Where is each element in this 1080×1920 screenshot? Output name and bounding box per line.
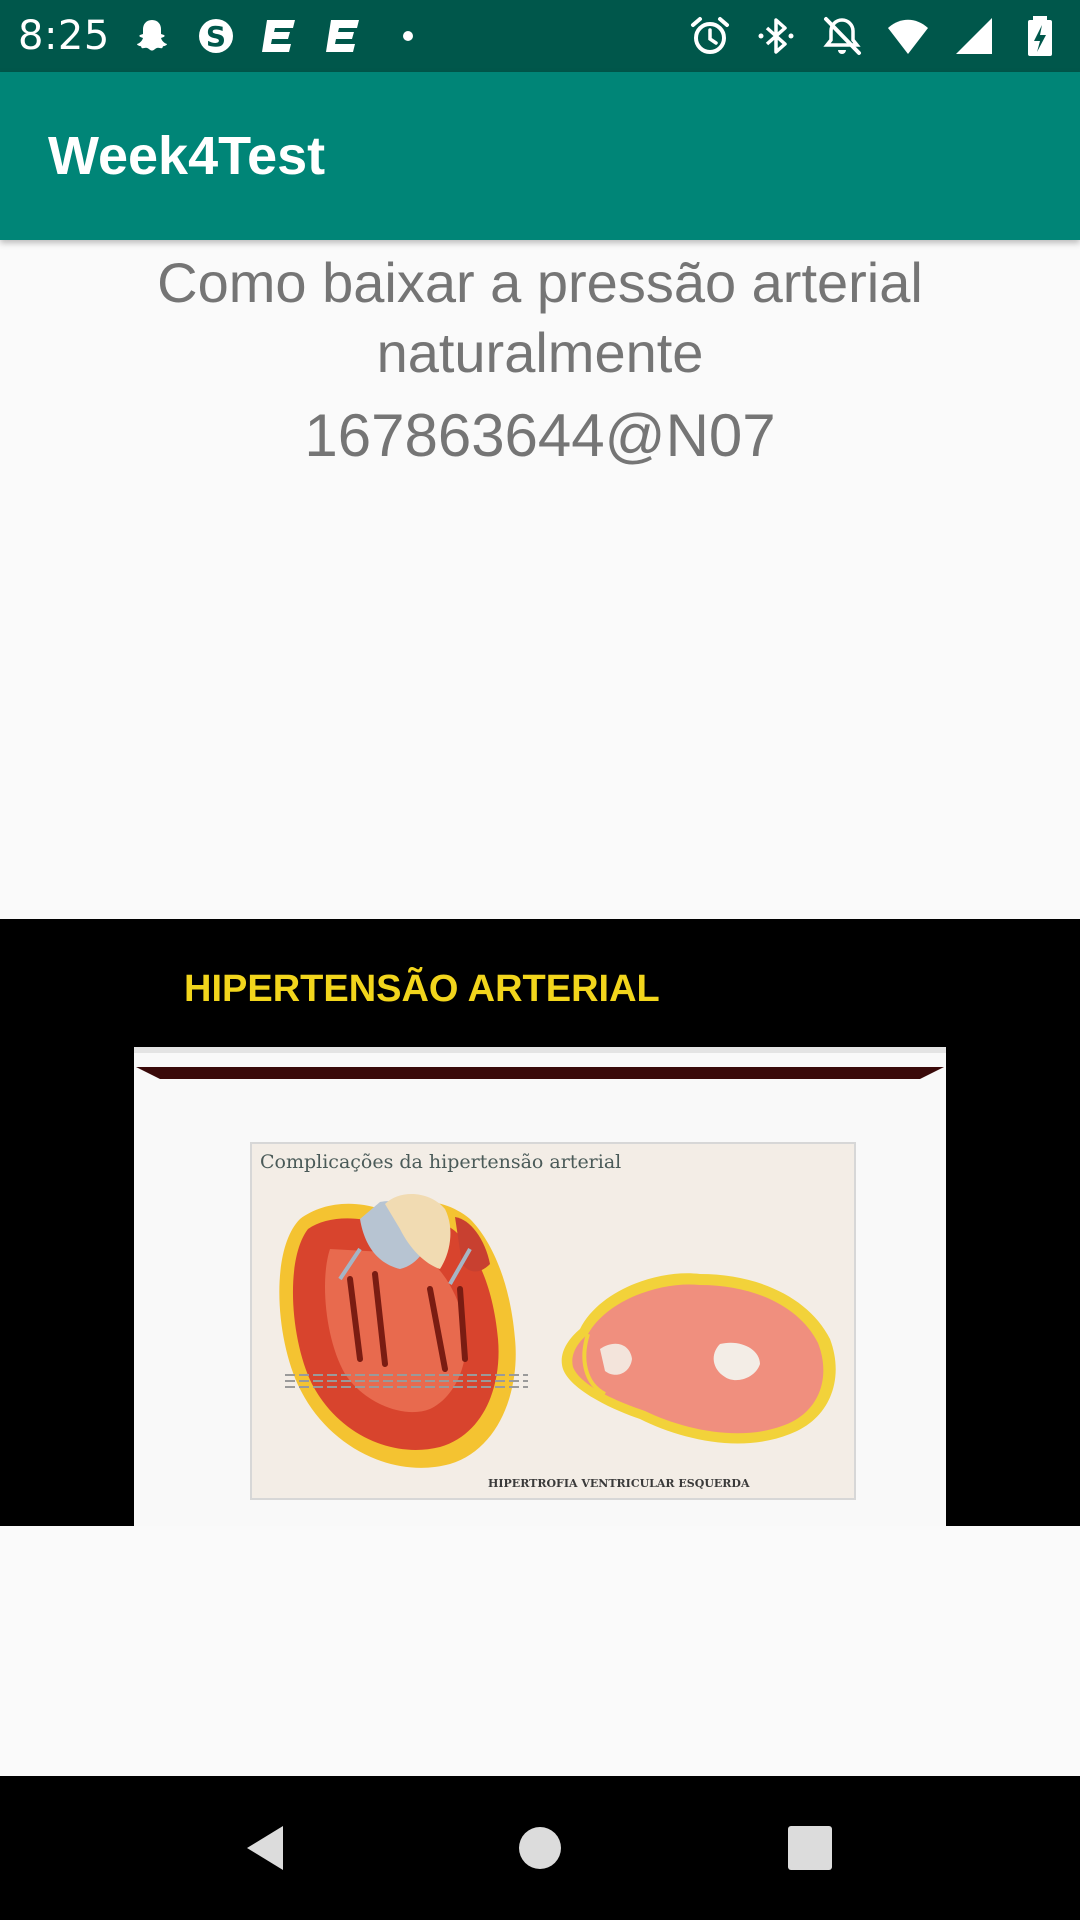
battery-charging-icon — [1018, 14, 1062, 58]
article-image: HIPERTENSÃO ARTERIAL Complicações da hip… — [0, 919, 1080, 1526]
app-title: Week4Test — [48, 126, 326, 186]
status-bar: 8:25 S — [0, 0, 1080, 72]
status-time: 8:25 — [18, 13, 110, 59]
app-bar: Week4Test — [0, 72, 1080, 240]
skype-icon: S — [194, 14, 238, 58]
home-icon — [519, 1827, 561, 1869]
cell-signal-icon — [952, 14, 996, 58]
svg-text:S: S — [206, 20, 226, 53]
image-heading: HIPERTENSÃO ARTERIAL — [184, 966, 660, 1010]
back-button[interactable] — [231, 1812, 303, 1884]
image-label: HIPERTROFIA VENTRICULAR ESQUERDA — [488, 1477, 750, 1490]
wifi-icon — [886, 14, 930, 58]
alarm-icon — [688, 14, 732, 58]
image-caption: Complicações da hipertensão arterial — [260, 1151, 621, 1173]
back-icon — [247, 1826, 283, 1870]
status-right-icons — [688, 14, 1062, 58]
article-title: Como baixar a pressão arterial naturalme… — [157, 251, 923, 384]
home-button[interactable] — [504, 1812, 576, 1884]
bluetooth-icon — [754, 14, 798, 58]
photo-owner-id: 167863644@N07 — [304, 402, 776, 469]
notification-e-icon — [258, 14, 302, 58]
do-not-disturb-icon — [820, 14, 864, 58]
status-left-icons: S — [130, 14, 430, 58]
system-navigation-bar — [0, 1776, 1080, 1920]
notification-e-icon — [322, 14, 366, 58]
recents-icon — [788, 1826, 832, 1870]
dot-icon — [386, 14, 430, 58]
snapchat-icon — [130, 14, 174, 58]
recents-button[interactable] — [774, 1812, 846, 1884]
